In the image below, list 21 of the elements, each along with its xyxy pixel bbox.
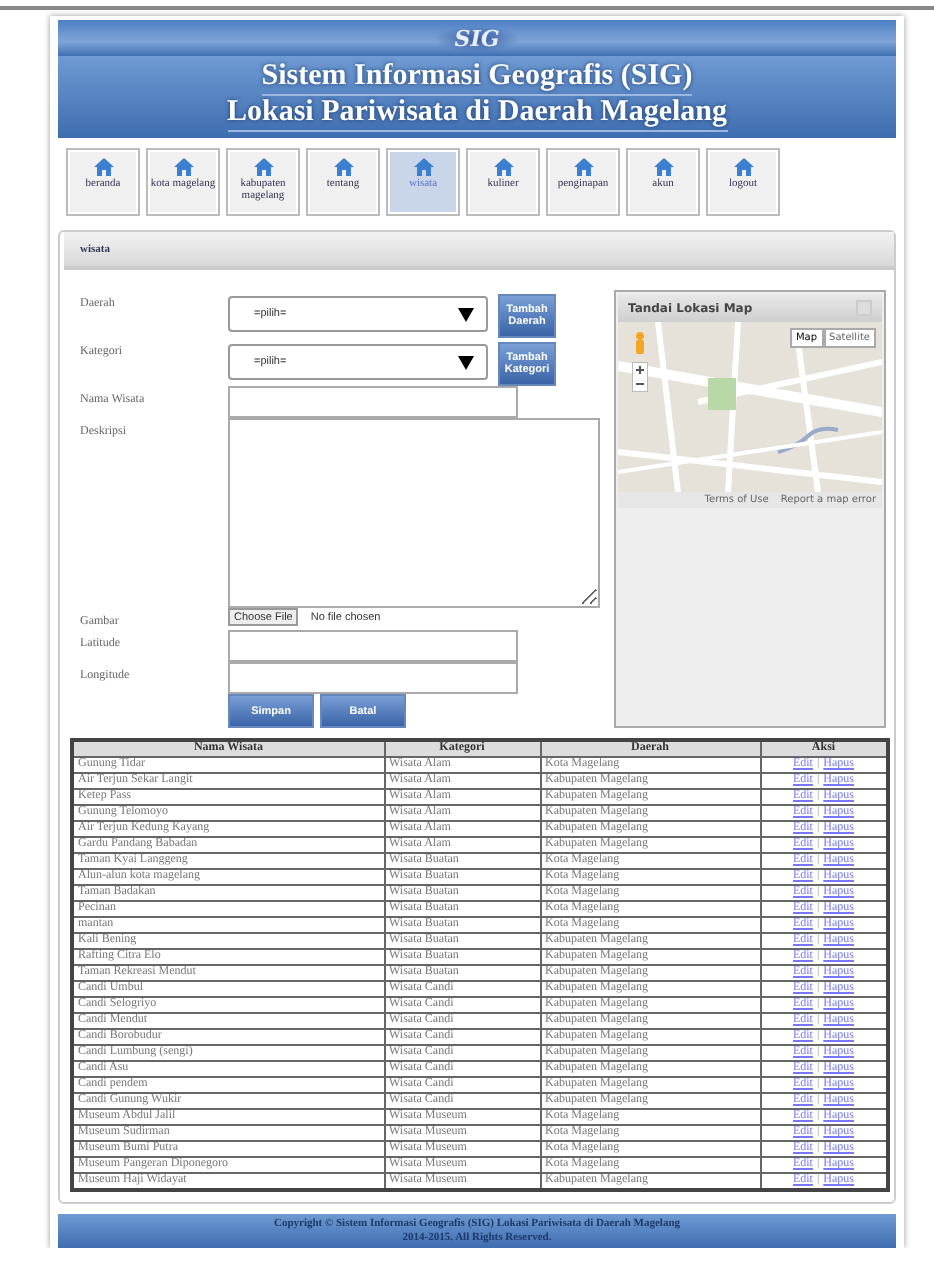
site-title: Lokasi Pariwisata di Daerah Magelang <box>227 96 727 132</box>
caret-icon <box>458 355 474 369</box>
home-icon <box>333 158 353 176</box>
home-icon <box>253 158 273 176</box>
zoom-control-icon[interactable] <box>632 362 648 392</box>
home-icon <box>93 158 113 176</box>
site-title: Sistem Informasi Geografis (SIG) <box>261 60 693 96</box>
window-control-icon <box>856 300 872 316</box>
logo-text: SIG <box>434 25 520 51</box>
home-icon <box>493 158 513 176</box>
caret-icon <box>458 307 474 321</box>
home-icon <box>173 158 193 176</box>
home-icon <box>573 158 593 176</box>
home-icon <box>413 158 433 176</box>
home-icon <box>733 158 753 176</box>
person-icon[interactable] <box>634 332 646 354</box>
input-field[interactable] <box>228 630 518 662</box>
input-field[interactable] <box>228 386 518 418</box>
home-icon <box>653 158 673 176</box>
input-field[interactable] <box>228 662 518 694</box>
text-area[interactable] <box>228 418 600 608</box>
